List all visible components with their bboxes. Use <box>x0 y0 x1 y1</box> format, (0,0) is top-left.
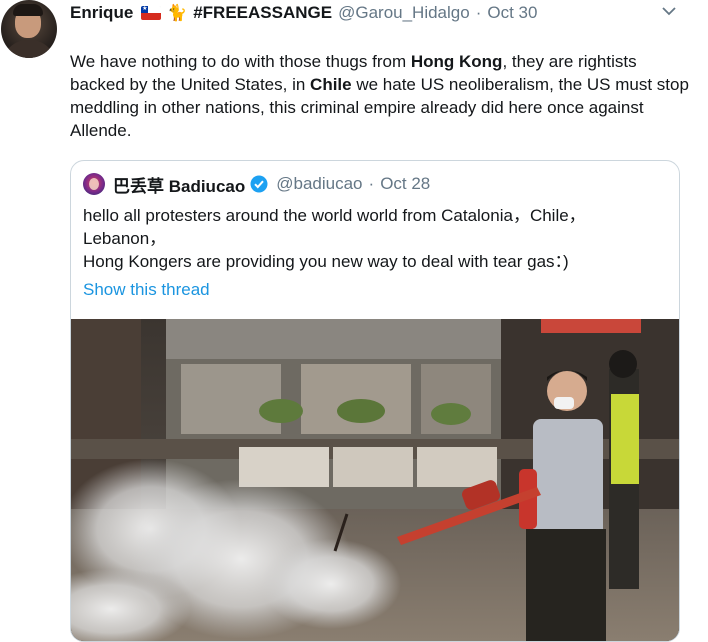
quoted-author-handle[interactable]: @badiucao <box>276 174 362 194</box>
video-thumbnail[interactable] <box>71 319 679 641</box>
video-scene-image <box>71 319 679 641</box>
tweet-date[interactable]: Oct 30 <box>487 3 537 23</box>
tweet-text-bold: Hong Kong <box>410 52 503 71</box>
quoted-text-line: Hong Kongers are providing you new way t… <box>83 252 569 271</box>
author-handle[interactable]: @Garou_Hidalgo <box>338 3 470 23</box>
quoted-tweet-text: hello all protesters around the world wo… <box>83 204 668 273</box>
show-thread-link[interactable]: Show this thread <box>83 280 210 300</box>
quoted-tweet-header: 巴丢草 Badiucao @badiucao · Oct 28 <box>83 172 430 197</box>
quoted-text-line: Lebanon， <box>83 229 167 248</box>
tweet-text-bold: Chile <box>310 75 352 94</box>
cat-emoji-icon: 🐈 <box>167 5 188 22</box>
tweet-text: We have nothing to do with those thugs f… <box>70 50 690 142</box>
quoted-tweet-date[interactable]: Oct 28 <box>380 174 430 194</box>
chevron-down-icon[interactable] <box>662 6 676 16</box>
quoted-header-separator: · <box>368 174 375 193</box>
quoted-tweet-card[interactable]: 巴丢草 Badiucao @badiucao · Oct 28 hello al… <box>70 160 680 642</box>
tweet-text-part: We have nothing to do with those thugs f… <box>70 52 411 71</box>
quoted-text-line: hello all protesters around the world wo… <box>83 206 586 225</box>
quoted-author-avatar[interactable] <box>83 173 105 195</box>
author-display-name[interactable]: Enrique <box>70 3 133 23</box>
tweet-header: Enrique ★ 🐈 #FREEASSANGE @Garou_Hidalgo … <box>70 3 537 23</box>
verified-badge-icon <box>250 175 268 193</box>
author-hashtag: #FREEASSANGE <box>193 3 333 22</box>
quoted-author-name[interactable]: 巴丢草 Badiucao <box>113 172 245 197</box>
chile-flag-icon: ★ <box>141 6 162 20</box>
header-separator: · <box>475 3 482 22</box>
author-avatar[interactable] <box>1 0 57 58</box>
